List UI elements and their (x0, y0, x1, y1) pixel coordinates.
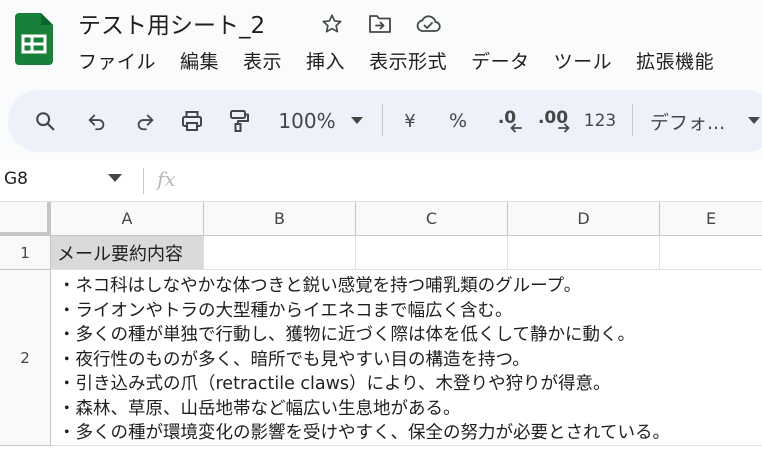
toolbar-divider (632, 104, 633, 136)
menu-view[interactable]: 表示 (243, 47, 282, 74)
column-header-a[interactable]: A (51, 202, 204, 236)
fx-icon: fx (157, 167, 176, 191)
app-header: テスト用シート_2 ファイル 編集 表示 挿入 表示形式 データ ツール 拡張機… (0, 0, 762, 86)
percent-format-button[interactable]: % (444, 90, 472, 152)
more-formats-button[interactable]: 123 (582, 90, 618, 152)
undo-icon[interactable] (82, 90, 112, 152)
summary-line: ・ライオンやトラの大型種からイエネコまで幅広く含む。 (58, 300, 513, 321)
summary-line: ・森林、草原、山岳地帯など幅広い生息地がある。 (58, 398, 461, 419)
summary-line: ・ネコ科はしなやかな体つきと鋭い感覚を持つ哺乳類のグループ。 (58, 276, 582, 296)
menu-tools[interactable]: ツール (554, 47, 613, 74)
name-box[interactable]: G8 (4, 169, 28, 189)
cell-a2-content: ・ネコ科はしなやかな体つきと鋭い感覚を持つ哺乳類のグループ。 ・ライオンやトラの… (58, 274, 670, 446)
zoom-value[interactable]: 100% (270, 90, 344, 152)
menu-extensions[interactable]: 拡張機能 (636, 47, 714, 74)
menu-file[interactable]: ファイル (78, 47, 156, 74)
menu-data[interactable]: データ (471, 47, 530, 74)
toolbar-divider (382, 104, 383, 136)
toolbar: 100% ¥ % .0 .00 123 デフォ... (8, 90, 762, 152)
arrow-right-icon (558, 123, 570, 133)
increase-decimal-button[interactable]: .00 (534, 90, 572, 152)
move-to-folder-icon[interactable] (366, 10, 394, 38)
cell-b1[interactable] (204, 236, 356, 270)
currency-format-button[interactable]: ¥ (396, 90, 424, 152)
cell-e1[interactable] (660, 236, 762, 270)
toolbar-area: 100% ¥ % .0 .00 123 デフォ... (0, 86, 762, 160)
column-header-d[interactable]: D (508, 202, 660, 236)
menu-bar: ファイル 編集 表示 挿入 表示形式 データ ツール 拡張機能 (78, 47, 714, 74)
menu-edit[interactable]: 編集 (180, 47, 219, 74)
cloud-status-icon[interactable] (414, 10, 442, 38)
sheets-logo-icon[interactable] (15, 13, 53, 65)
name-box-dropdown-icon[interactable] (108, 174, 122, 183)
column-header-b[interactable]: B (204, 202, 356, 236)
spreadsheet-grid: A B C D E 1 2 メール要約内容 ・ネコ科はしなやかな体つきと鋭い感覚… (0, 202, 762, 450)
decrease-decimal-button[interactable]: .0 (490, 90, 524, 152)
font-family-select[interactable]: デフォ... (650, 90, 736, 152)
select-all-corner[interactable] (0, 202, 51, 236)
document-title[interactable]: テスト用シート_2 (78, 6, 265, 40)
formula-input[interactable] (190, 164, 750, 196)
cell-c1[interactable] (356, 236, 508, 270)
redo-icon[interactable] (130, 90, 160, 152)
summary-line: ・多くの種が環境変化の影響を受けやすく、保全の努力が必要とされている。 (58, 423, 670, 443)
summary-line: ・多くの種が単独で行動し、獲物に近づく際は体を低くして静かに動く。 (58, 325, 635, 345)
row-header-2[interactable]: 2 (0, 270, 51, 446)
column-header-e[interactable]: E (660, 202, 762, 236)
menu-insert[interactable]: 挿入 (306, 47, 345, 74)
formula-bar: G8 fx (0, 160, 762, 202)
search-menus-icon[interactable] (30, 90, 60, 152)
row-header-1[interactable]: 1 (0, 236, 51, 270)
menu-format[interactable]: 表示形式 (369, 47, 447, 74)
summary-line: ・夜行性のものが多く、暗所でも見やすい目の構造を持つ。 (58, 349, 530, 370)
formula-bar-divider (143, 168, 144, 194)
print-icon[interactable] (176, 90, 208, 152)
arrow-left-icon (510, 123, 522, 133)
summary-line: ・引き込み式の爪（retractile claws）により、木登りや狩りが得意。 (58, 374, 611, 394)
star-icon[interactable] (318, 10, 346, 38)
font-dropdown-icon[interactable] (746, 90, 762, 152)
paint-format-icon[interactable] (224, 90, 254, 152)
cell-d1[interactable] (508, 236, 660, 270)
zoom-dropdown-icon[interactable] (346, 90, 368, 152)
column-header-c[interactable]: C (356, 202, 508, 236)
cell-a1[interactable]: メール要約内容 (51, 236, 204, 270)
